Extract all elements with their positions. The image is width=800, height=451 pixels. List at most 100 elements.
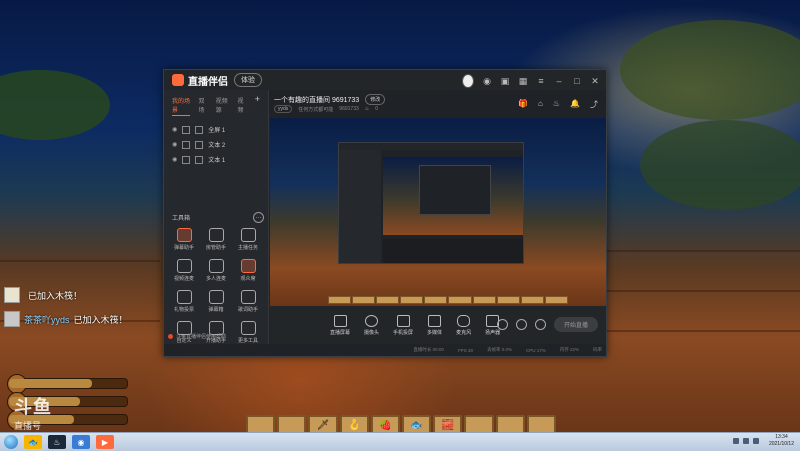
tool-item[interactable]: 弹幕助手 (168, 228, 200, 251)
start-button[interactable] (4, 435, 18, 449)
volume-icon[interactable] (742, 438, 749, 444)
tool-item[interactable]: 房管助手 (200, 228, 232, 251)
room-actions: 🎁 ⌂ ♨ 🔔 ⤴ (518, 99, 598, 110)
tool-icon (240, 228, 256, 242)
room-title: 一个有趣的直播间 9691733 (274, 96, 360, 104)
bell-icon[interactable]: 🔔 (570, 99, 580, 110)
microphone-button[interactable]: 麦克风 (456, 314, 471, 336)
tool-label: 房管助手 (205, 245, 226, 251)
monitor-icon (333, 314, 347, 327)
source-controls: 直播屏幕 摄像头 手机投屏 多媒体 麦克风 扬声器 开始直播 (270, 306, 606, 344)
tool-label: 弹幕箱 (208, 307, 224, 313)
share-icon[interactable]: ⤴ (590, 99, 598, 110)
status-cpu: CPU 17% (525, 347, 546, 353)
layout-icon[interactable]: ▦ (518, 76, 528, 87)
chat-message: 已加入木筏！ (4, 287, 82, 303)
lock-icon[interactable] (182, 155, 191, 164)
scene-item[interactable]: ◉ 全屏 1 (164, 122, 268, 137)
tab-video-source[interactable]: 视频源 (216, 96, 230, 116)
tool-label: 多人连麦 (205, 276, 226, 282)
tool-item[interactable]: 视频连麦 (168, 259, 200, 282)
douyu-app-icon[interactable]: 🐟 (24, 435, 42, 449)
live-preview[interactable] (270, 118, 606, 306)
category-tag[interactable]: yyds (274, 105, 293, 113)
screen-capture-button[interactable]: 直播屏幕 (330, 314, 350, 336)
chat-username: 茶茶吖yyds (24, 314, 70, 325)
status-memory: 内存 22% (559, 347, 579, 352)
skin-icon[interactable]: ▣ (500, 76, 510, 87)
tool-icon (176, 259, 192, 273)
palm-tree-right-lower (640, 120, 800, 210)
title-bar: 直播伴侣 体验 ◉ ▣ ▦ ≡ – □ ✕ (164, 70, 606, 90)
eye-icon[interactable]: ◉ (172, 126, 177, 133)
status-duration: 直播时长 00:00 (413, 347, 444, 352)
tool-item[interactable]: 礼物投票 (168, 290, 200, 313)
scene-item[interactable]: ◉ 文本 2 (164, 137, 268, 152)
minimize-icon[interactable]: – (554, 76, 564, 86)
more-icon[interactable]: … (253, 212, 264, 223)
start-stream-button[interactable]: 开始直播 (553, 317, 598, 332)
toolbox-header: 工具箱 … (172, 212, 264, 223)
tool-item[interactable]: 歌词助手 (232, 290, 264, 313)
eye-icon[interactable] (515, 319, 527, 330)
status-bar: 直播时长 00:00 FPS 30 丢帧率 0.0% CPU 17% 内存 22… (270, 344, 606, 356)
edit-room-button[interactable]: 修改 (365, 94, 386, 105)
lock-icon[interactable] (182, 140, 191, 149)
tool-label: 礼物投票 (173, 307, 194, 313)
tool-icon (240, 321, 256, 335)
browser-icon[interactable]: ◉ (72, 435, 90, 449)
lock-icon[interactable]: ⌂ (538, 99, 543, 110)
scene-item[interactable]: ◉ 文本 1 (164, 152, 268, 167)
user-avatar[interactable] (462, 74, 474, 88)
lock-icon[interactable] (182, 125, 191, 134)
eye-icon[interactable]: ◉ (172, 156, 177, 163)
brand-logo-text: 斗鱼 (14, 397, 52, 417)
network-icon[interactable] (732, 438, 739, 444)
tool-icon (208, 290, 224, 304)
streaming-app-task-icon[interactable]: ▶ (96, 435, 114, 449)
game-controller-icon[interactable]: ◉ (482, 76, 492, 87)
version-badge[interactable]: 体验 (234, 73, 262, 87)
tool-item[interactable]: 主播任务 (232, 228, 264, 251)
status-fps: FPS 30 (457, 347, 473, 353)
close-icon[interactable]: ✕ (590, 76, 600, 87)
tab-my-scenes[interactable]: 我的场景 (172, 96, 191, 116)
settings-icon[interactable] (534, 319, 546, 330)
help-footer[interactable]: 斗鱼直播伴侣使用帮助 (168, 333, 226, 340)
record-icon[interactable] (496, 319, 508, 330)
camera-icon (365, 314, 379, 327)
steam-icon[interactable]: ♨ (48, 435, 66, 449)
palm-tree-left (0, 70, 110, 140)
fire-icon[interactable]: ♨ (553, 99, 560, 110)
health-bar (7, 374, 128, 394)
input-method-icon[interactable] (752, 438, 759, 444)
phone-cast-button[interactable]: 手机投屏 (393, 314, 413, 336)
gift-icon[interactable]: 🎁 (518, 99, 528, 110)
tool-label: 视频连麦 (173, 276, 194, 282)
tab-video[interactable]: 视频 (238, 96, 247, 116)
eye-icon[interactable]: ◉ (172, 141, 177, 148)
tool-label: 观众席 (240, 276, 256, 282)
app-title: 直播伴侣 (188, 76, 228, 88)
tool-item[interactable]: 弹幕箱 (200, 290, 232, 313)
add-scene-icon[interactable]: + (255, 95, 260, 116)
tool-item[interactable]: 更多工具 (232, 321, 264, 344)
phone-icon (396, 314, 410, 327)
play-icon (428, 314, 442, 327)
maximize-icon[interactable]: □ (572, 76, 582, 86)
camera-button[interactable]: 摄像头 (364, 314, 379, 336)
window-controls: ◉ ▣ ▦ ≡ – □ ✕ (462, 74, 600, 88)
tool-icon (240, 290, 256, 304)
sidebar: 我的场景 双场 视频源 视频 + ◉ 全屏 1 ◉ 文本 2 ◉ 文本 1 工具… (164, 90, 269, 344)
microphone-icon (457, 314, 471, 327)
tool-label: 歌词助手 (237, 307, 258, 313)
tool-item[interactable]: 观众席 (232, 259, 264, 282)
room-announcement: 任何方式都可能 (298, 106, 334, 113)
tool-icon (176, 290, 192, 304)
media-button[interactable]: 多媒体 (427, 314, 442, 336)
tool-item[interactable]: 多人连麦 (200, 259, 232, 282)
system-clock[interactable]: 13:34 2021/10/12 (769, 434, 794, 448)
text-icon (195, 155, 204, 164)
tab-dual[interactable]: 双场 (198, 96, 207, 116)
menu-icon[interactable]: ≡ (536, 76, 546, 86)
